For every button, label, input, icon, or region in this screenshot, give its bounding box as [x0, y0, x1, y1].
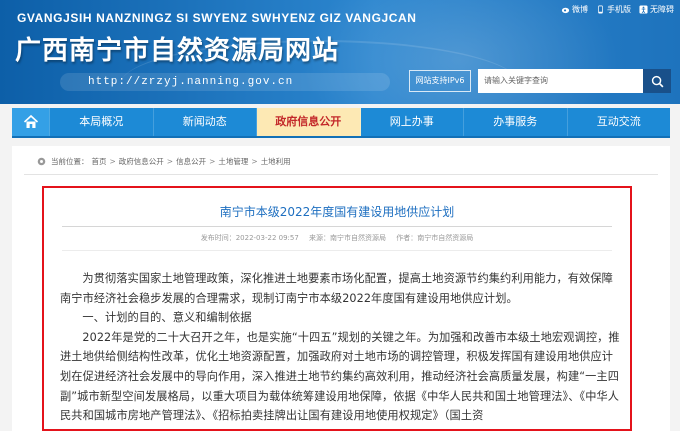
- accessibility-label: 无障碍: [650, 5, 674, 14]
- nav-item-about[interactable]: 本局概况: [50, 108, 154, 136]
- weibo-link[interactable]: 微博: [561, 4, 588, 15]
- breadcrumb-separator: >: [109, 157, 116, 166]
- breadcrumb-label: 当前位置：: [51, 157, 89, 166]
- mobile-link[interactable]: 手机版: [596, 4, 631, 15]
- breadcrumb-land-use[interactable]: 土地利用: [261, 156, 291, 167]
- site-logo-title[interactable]: 广西南宁市自然资源局网站: [15, 30, 339, 67]
- breadcrumb-separator: >: [166, 157, 174, 166]
- ipv6-badge[interactable]: 网站支持IPv6: [409, 70, 471, 92]
- site-header: GVANGJSIH NANZNINGZ SI SWYENZ SWHYENZ GI…: [0, 0, 680, 104]
- weibo-icon: [561, 7, 570, 14]
- breadcrumb-separator: >: [209, 157, 216, 166]
- accessibility-icon: [639, 5, 648, 14]
- home-button[interactable]: [12, 108, 50, 136]
- breadcrumb-gov-info[interactable]: 政府信息公开: [119, 156, 164, 167]
- nav-item-online-service[interactable]: 网上办事: [361, 108, 464, 136]
- nav-item-gov-info[interactable]: 政府信息公开: [257, 108, 361, 136]
- highlight-annotation-box: [42, 186, 632, 431]
- accessibility-link[interactable]: 无障碍: [639, 4, 674, 15]
- location-icon: [37, 157, 46, 166]
- divider: [24, 174, 658, 175]
- nav-item-service[interactable]: 办事服务: [464, 108, 568, 136]
- top-links: 微博 手机版 无障碍: [561, 4, 674, 15]
- nav-item-interaction[interactable]: 互动交流: [568, 108, 671, 136]
- site-name-english: GVANGJSIH NANZNINGZ SI SWYENZ SWHYENZ GI…: [17, 11, 417, 25]
- breadcrumb-info-public[interactable]: 信息公开: [176, 156, 206, 167]
- breadcrumb-home[interactable]: 首页: [92, 156, 107, 167]
- mobile-icon: [598, 5, 603, 14]
- weibo-label: 微博: [572, 5, 588, 14]
- site-url: http://zrzyj.nanning.gov.cn: [60, 73, 390, 91]
- breadcrumb: 当前位置： 首页 > 政府信息公开 > 信息公开 > 土地管理 > 土地利用: [37, 156, 291, 167]
- search-input[interactable]: 请输入关键字查询: [478, 69, 643, 93]
- mobile-label: 手机版: [607, 5, 631, 14]
- search-button[interactable]: [643, 69, 671, 93]
- search-icon: [651, 75, 663, 87]
- nav-item-news[interactable]: 新闻动态: [154, 108, 257, 136]
- main-nav: 本局概况 新闻动态 政府信息公开 网上办事 办事服务 互动交流: [12, 108, 670, 138]
- breadcrumb-land-management[interactable]: 土地管理: [218, 156, 248, 167]
- breadcrumb-separator: >: [251, 157, 258, 166]
- home-icon: [23, 114, 38, 128]
